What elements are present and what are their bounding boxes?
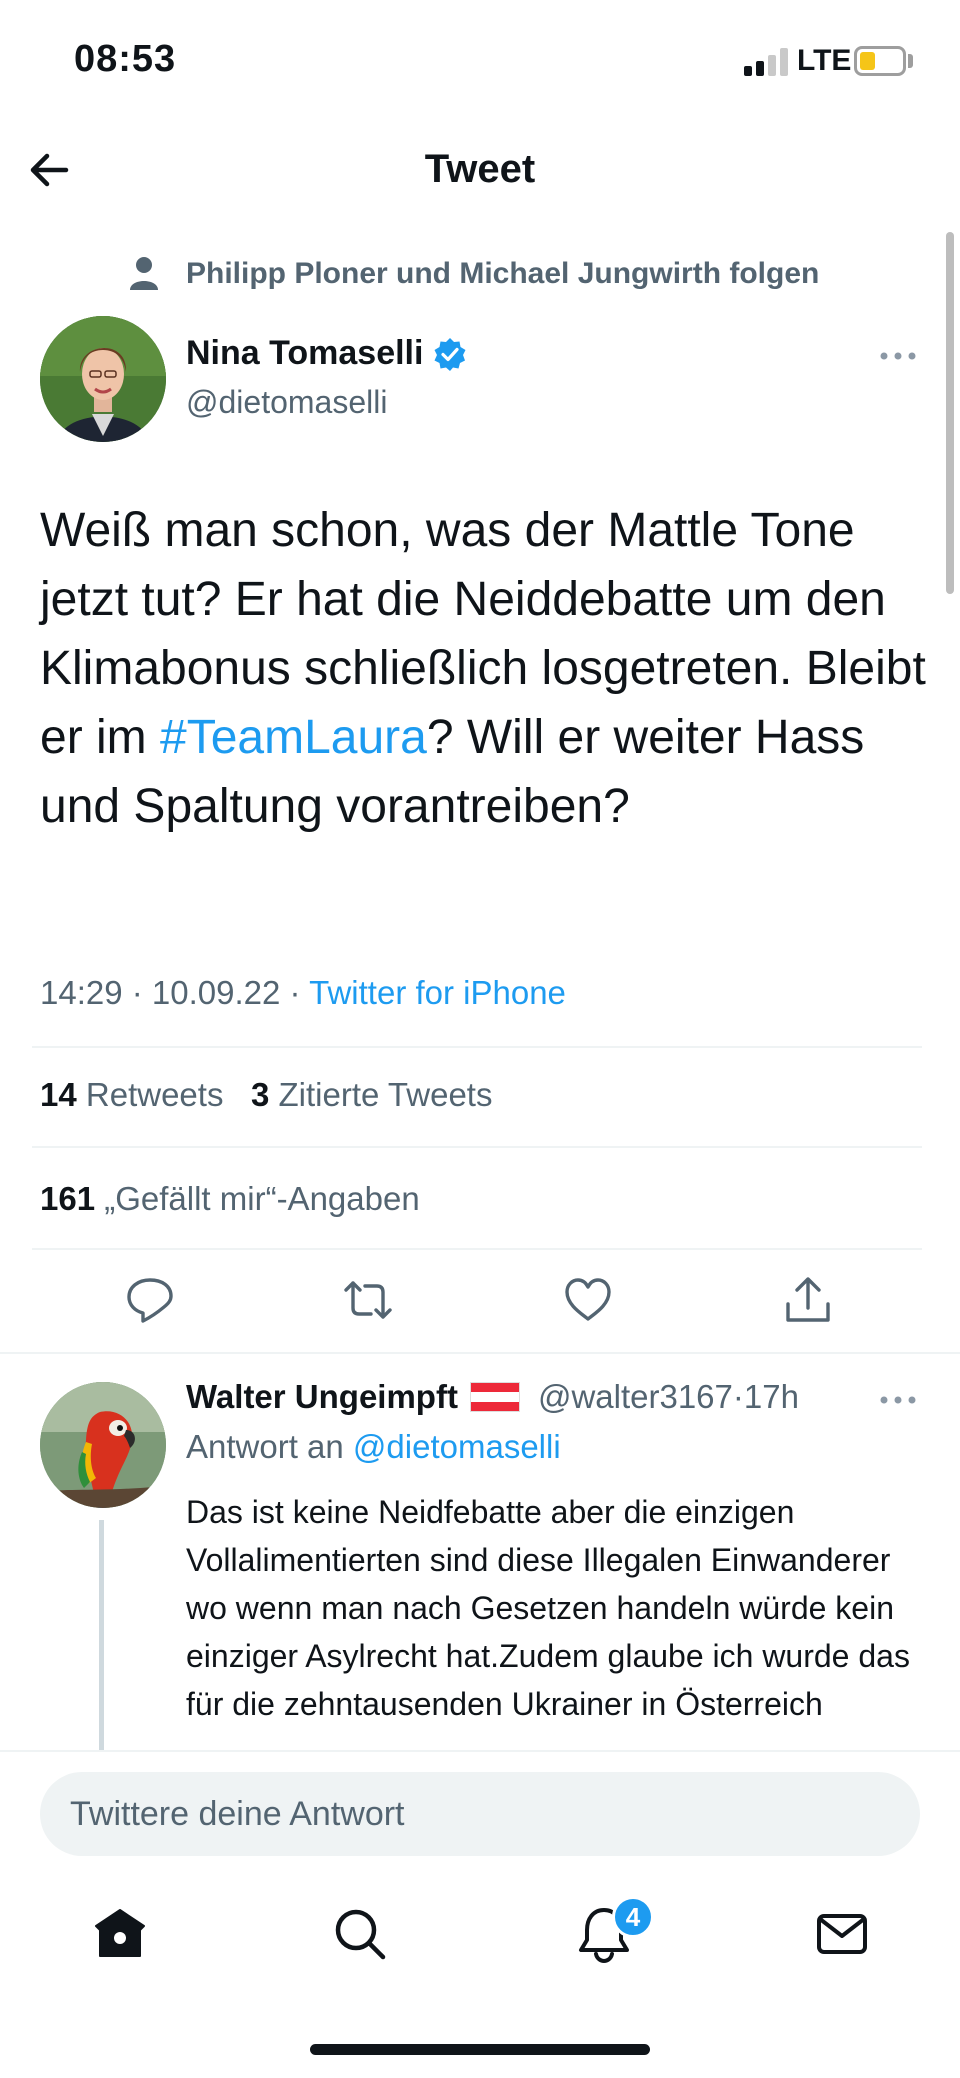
retweets-link[interactable]: 14 Retweets: [40, 1076, 223, 1113]
hashtag-link[interactable]: #TeamLaura: [160, 711, 427, 764]
reply-avatar[interactable]: [40, 1382, 166, 1508]
battery-icon: [854, 46, 906, 76]
austria-flag-icon: [469, 1382, 520, 1412]
cellular-signal-icon: [744, 48, 790, 76]
tweet-date: 10.09.22: [151, 974, 281, 1011]
divider: [32, 1046, 922, 1048]
meta-separator: ·: [122, 974, 152, 1011]
bottom-bar: 4: [0, 1750, 960, 2078]
notification-count-badge: 4: [612, 1896, 654, 1938]
reply-header: Walter Ungeimpft @walter3167 · 17h: [186, 1378, 799, 1416]
social-context: Philipp Ploner und Michael Jungwirth fol…: [124, 254, 819, 294]
reply-meta-separator: ·: [732, 1378, 744, 1415]
likes-link[interactable]: 161 „Gefällt mir“-Angaben: [40, 1180, 420, 1217]
retweets-count: 14: [40, 1076, 77, 1113]
thread-connector-line: [99, 1520, 104, 1750]
home-indicator: [310, 2044, 650, 2055]
compose-reply-box[interactable]: [40, 1772, 920, 1856]
quotes-count: 3: [250, 1076, 270, 1113]
reply-button[interactable]: [124, 1274, 176, 1326]
retweet-button[interactable]: [342, 1274, 394, 1326]
reply-icon: [127, 1278, 173, 1323]
nav-home[interactable]: [90, 1904, 150, 1964]
nav-search[interactable]: [330, 1904, 390, 1964]
heart-icon: [565, 1278, 611, 1321]
tweet-source-app[interactable]: Twitter for iPhone: [309, 974, 566, 1011]
home-icon: [95, 1909, 145, 1957]
avatar[interactable]: [40, 316, 166, 442]
retweets-label: Retweets: [85, 1076, 224, 1113]
reply-text: Das ist keine Neidfebatte aber die einzi…: [186, 1494, 910, 1722]
reply-time: 17h: [743, 1378, 799, 1415]
meta-separator: ·: [280, 974, 310, 1011]
share-icon: [786, 1277, 830, 1322]
tweet-meta: 14:29 · 10.09.22 · Twitter for iPhone: [40, 974, 566, 1012]
likes-stats-row: 161 „Gefällt mir“-Angaben: [40, 1180, 420, 1218]
author-handle[interactable]: @dietomaselli: [186, 384, 387, 421]
like-button[interactable]: [562, 1274, 614, 1326]
more-options-icon[interactable]: [878, 344, 918, 368]
author-row[interactable]: Nina Tomaselli: [186, 334, 467, 373]
mail-icon: [817, 1914, 867, 1954]
reply-author-handle[interactable]: @walter3167: [538, 1378, 733, 1416]
top-navigation-bar: Tweet: [0, 120, 960, 220]
reply-to-label: Antwort an: [186, 1428, 353, 1465]
nav-messages[interactable]: [812, 1904, 872, 1964]
page-title: Tweet: [424, 147, 536, 191]
divider: [32, 1248, 922, 1250]
author-name[interactable]: Nina Tomaselli: [186, 334, 423, 373]
verified-badge-icon: [434, 337, 466, 371]
quote-tweets-link[interactable]: 3 Zitierte Tweets: [251, 1076, 493, 1113]
reply-more-options-icon[interactable]: [878, 1388, 918, 1412]
parrot-profile-photo: [40, 1382, 166, 1508]
tweet-text: Weiß man schon, was der Mattle Tone jetz…: [40, 496, 930, 841]
battery-tip: [908, 54, 913, 68]
divider: [32, 1146, 922, 1148]
profile-photo: [40, 316, 166, 442]
status-time: 08:53: [74, 38, 177, 80]
reply-author-name[interactable]: Walter Ungeimpft: [186, 1378, 458, 1416]
person-icon: [130, 257, 158, 290]
share-button[interactable]: [782, 1274, 834, 1326]
tweet-actions-bar: [0, 1274, 960, 1330]
network-type: LTE: [797, 44, 852, 77]
quotes-label: Zitierte Tweets: [278, 1076, 493, 1113]
reply-to-mention[interactable]: @dietomaselli: [353, 1428, 561, 1465]
reply-input[interactable]: [70, 1794, 870, 1834]
scrollbar[interactable]: [946, 232, 954, 594]
tweet-time: 14:29: [40, 974, 123, 1011]
retweet-stats-row: 14 Retweets 3 Zitierte Tweets: [40, 1076, 492, 1114]
section-divider: [0, 1352, 960, 1354]
social-context-text: Philipp Ploner und Michael Jungwirth fol…: [186, 257, 820, 290]
likes-label: „Gefällt mir“-Angaben: [104, 1180, 420, 1217]
reply-to-line: Antwort an @dietomaselli: [186, 1428, 561, 1466]
search-icon: [335, 1909, 386, 1960]
retweet-icon: [344, 1281, 392, 1319]
status-bar: 08:53 LTE: [0, 0, 960, 120]
likes-count: 161: [40, 1180, 96, 1217]
